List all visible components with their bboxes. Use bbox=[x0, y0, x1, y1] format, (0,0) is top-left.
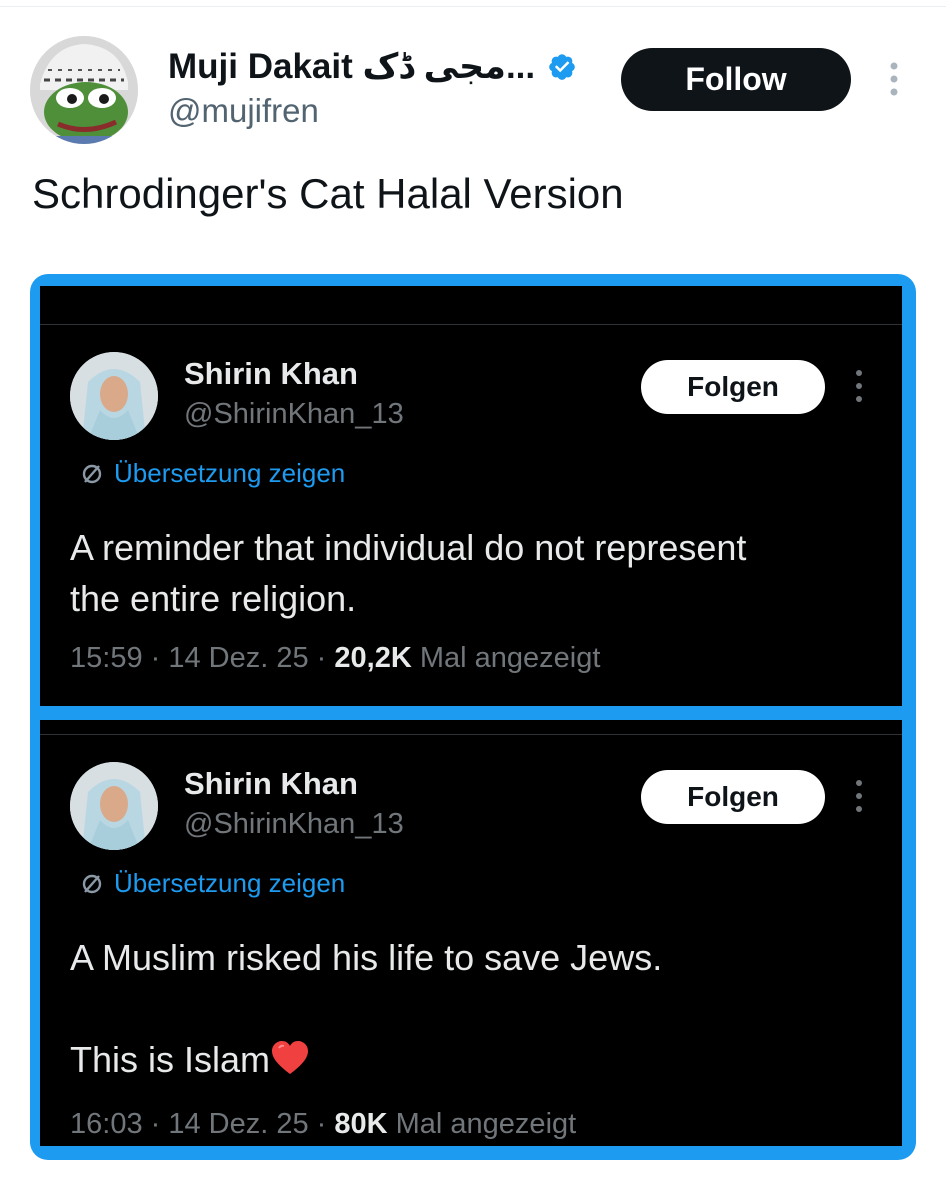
translate-icon bbox=[82, 464, 102, 483]
embedded-tweet-2: Shirin Khan @ShirinKhan_13 Folgen Überse… bbox=[40, 720, 902, 1146]
profile-photo-icon bbox=[70, 762, 158, 850]
embedded-tweet-1: Shirin Khan @ShirinKhan_13 Folgen Überse… bbox=[40, 286, 902, 706]
tweet-meta: 16:03 · 14 Dez. 25 · 80K Mal angezeigt bbox=[70, 1108, 576, 1141]
translate-label: Übersetzung zeigen bbox=[114, 868, 346, 898]
verified-badge-icon bbox=[549, 54, 575, 80]
tweet-text: Schrodinger's Cat Halal Version bbox=[32, 170, 624, 217]
author-name: Shirin Khan bbox=[184, 766, 358, 801]
folgen-button: Folgen bbox=[641, 770, 825, 824]
tweet-text: A Muslim risked his life to save Jews. bbox=[70, 932, 870, 983]
red-heart-icon bbox=[272, 1041, 309, 1074]
author-name: Shirin Khan bbox=[184, 356, 358, 391]
divider bbox=[40, 324, 902, 325]
more-vertical-icon bbox=[856, 370, 862, 402]
more-vertical-icon[interactable] bbox=[884, 60, 904, 100]
more-vertical-icon bbox=[856, 780, 862, 812]
author-handle[interactable]: @mujifren bbox=[168, 92, 319, 130]
top-divider bbox=[0, 6, 946, 7]
avatar bbox=[70, 352, 158, 440]
tweet-text-line: A Muslim risked his life to save Jews. bbox=[70, 937, 663, 978]
view-count: 20,2K bbox=[334, 642, 412, 674]
author-handle: @ShirinKhan_13 bbox=[184, 808, 404, 840]
timestamp: 16:03 · 14 Dez. 25 · bbox=[70, 1108, 335, 1140]
tweet-media-image[interactable]: Shirin Khan @ShirinKhan_13 Folgen Überse… bbox=[30, 274, 916, 1160]
views-label: Mal angezeigt bbox=[411, 642, 601, 674]
tweet-text-closing: This is Islam bbox=[70, 1034, 870, 1085]
tweet-text-line: A reminder that individual do not repres… bbox=[70, 527, 747, 568]
translate-label: Übersetzung zeigen bbox=[114, 458, 346, 488]
view-count: 80K bbox=[334, 1108, 388, 1140]
tweet-text-line: the entire religion. bbox=[70, 578, 357, 619]
author-handle: @ShirinKhan_13 bbox=[184, 398, 404, 430]
avatar bbox=[70, 762, 158, 850]
folgen-button: Folgen bbox=[641, 360, 825, 414]
tweet-text: A reminder that individual do not repres… bbox=[70, 522, 870, 624]
author-name-row: Muji Dakait مجی ڈک... bbox=[168, 44, 577, 90]
tweet-meta: 15:59 · 14 Dez. 25 · 20,2K Mal angezeigt bbox=[70, 642, 600, 675]
translate-link: Übersetzung zeigen bbox=[80, 868, 345, 899]
tweet-text-line: This is Islam bbox=[70, 1039, 271, 1080]
profile-photo-icon bbox=[70, 352, 158, 440]
translate-icon bbox=[82, 874, 102, 893]
author-name[interactable]: Muji Dakait مجی ڈک... bbox=[168, 47, 535, 87]
pepe-frog-avatar-icon bbox=[30, 36, 138, 144]
translate-link: Übersetzung zeigen bbox=[80, 458, 345, 489]
author-avatar[interactable] bbox=[30, 36, 138, 144]
views-label: Mal angezeigt bbox=[387, 1108, 577, 1140]
divider bbox=[40, 734, 902, 735]
timestamp: 15:59 · 14 Dez. 25 · bbox=[70, 642, 335, 674]
follow-button[interactable]: Follow bbox=[621, 48, 851, 111]
